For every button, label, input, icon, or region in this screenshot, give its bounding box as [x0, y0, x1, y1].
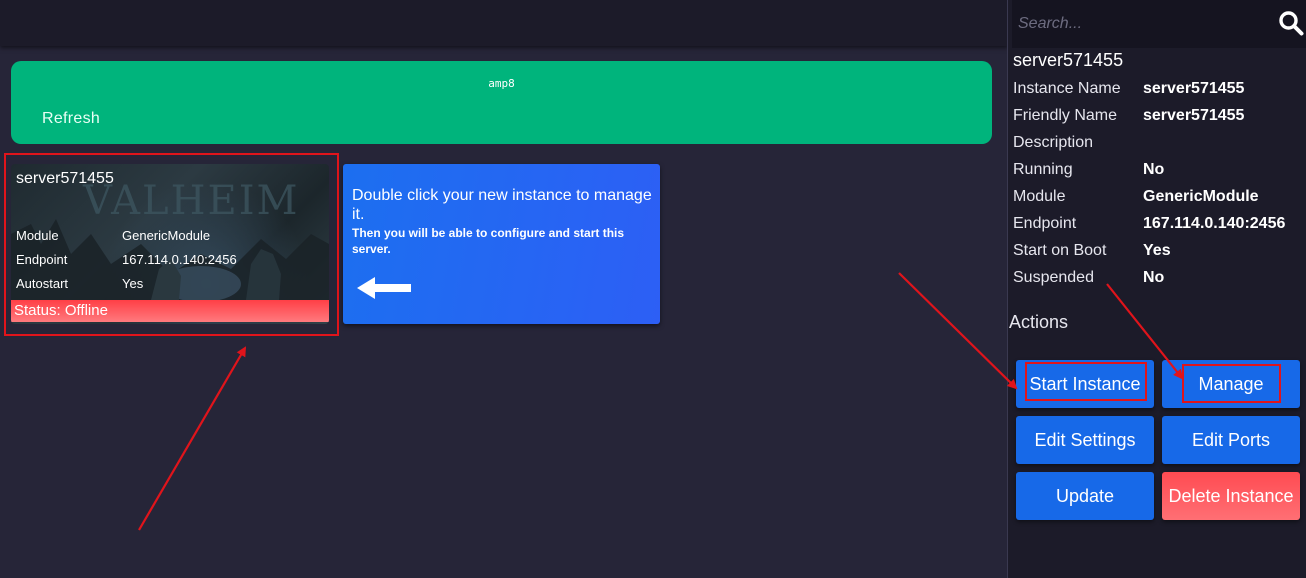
property-row: Instance Name server571455 [1013, 80, 1303, 107]
actions-heading: Actions [1009, 312, 1069, 332]
property-row: Suspended No [1013, 269, 1303, 296]
instance-card-row-key: Module [16, 228, 59, 243]
property-row: Endpoint 167.114.0.140:2456 [1013, 215, 1303, 242]
property-row: Friendly Name server571455 [1013, 107, 1303, 134]
property-value: No [1143, 161, 1165, 178]
property-key: Running [1013, 161, 1073, 178]
instance-card-row-key: Autostart [16, 276, 69, 291]
instance-card-row-value: 167.114.0.140:2456 [122, 252, 237, 267]
property-value: GenericModule [1143, 188, 1259, 205]
property-key: Instance Name [1013, 80, 1121, 97]
property-value: 167.114.0.140:2456 [1143, 215, 1286, 232]
property-row: Start on Boot Yes [1013, 242, 1303, 269]
instance-card-name: server571455 [16, 170, 114, 187]
instance-title: server571455 [1013, 50, 1124, 70]
property-value: Yes [1143, 242, 1171, 259]
search-bar [1012, 0, 1306, 48]
property-row: Module GenericModule [1013, 188, 1303, 215]
property-key: Friendly Name [1013, 107, 1118, 124]
hint-main-text: Double click your new instance to manage… [352, 187, 652, 223]
update-button[interactable]: Update [1016, 472, 1154, 520]
instance-card[interactable]: VALHEIM server571455 Module GenericModul… [11, 164, 329, 324]
property-value: server571455 [1143, 80, 1245, 97]
property-key: Start on Boot [1013, 242, 1107, 259]
property-row: Description [1013, 134, 1303, 161]
search-icon[interactable] [1278, 10, 1304, 36]
hint-card: Double click your new instance to manage… [343, 164, 660, 324]
annotation-arrow [138, 346, 247, 531]
property-value: No [1143, 269, 1165, 286]
delete-instance-button[interactable]: Delete Instance [1162, 472, 1300, 520]
refresh-button[interactable]: Refresh [42, 110, 100, 128]
top-bar [0, 0, 1008, 46]
edit-settings-button[interactable]: Edit Settings [1016, 416, 1154, 464]
details-panel: server571455 Instance Name server571455 … [1007, 0, 1306, 578]
valheim-art-text: VALHEIM [82, 178, 299, 224]
start-instance-button[interactable]: Start Instance [1016, 360, 1154, 408]
annotation-arrow [898, 272, 1018, 390]
status-badge: Status: Offline [11, 300, 329, 322]
instance-card-row-value: Yes [122, 276, 144, 291]
property-value: server571455 [1143, 107, 1245, 124]
property-key: Module [1013, 188, 1066, 205]
property-key: Suspended [1013, 269, 1094, 286]
instance-card-row-key: Endpoint [16, 252, 68, 267]
arrow-left-icon [357, 277, 411, 299]
host-name: amp8 [488, 77, 515, 90]
search-input[interactable] [1018, 8, 1258, 40]
property-key: Endpoint [1013, 215, 1077, 232]
hint-sub-text: Then you will be able to configure and s… [352, 226, 625, 256]
host-banner: amp8 Refresh [11, 61, 992, 144]
edit-ports-button[interactable]: Edit Ports [1162, 416, 1300, 464]
manage-button[interactable]: Manage [1162, 360, 1300, 408]
property-key: Description [1013, 134, 1094, 151]
instance-card-row-value: GenericModule [122, 228, 211, 243]
property-row: Running No [1013, 161, 1303, 188]
